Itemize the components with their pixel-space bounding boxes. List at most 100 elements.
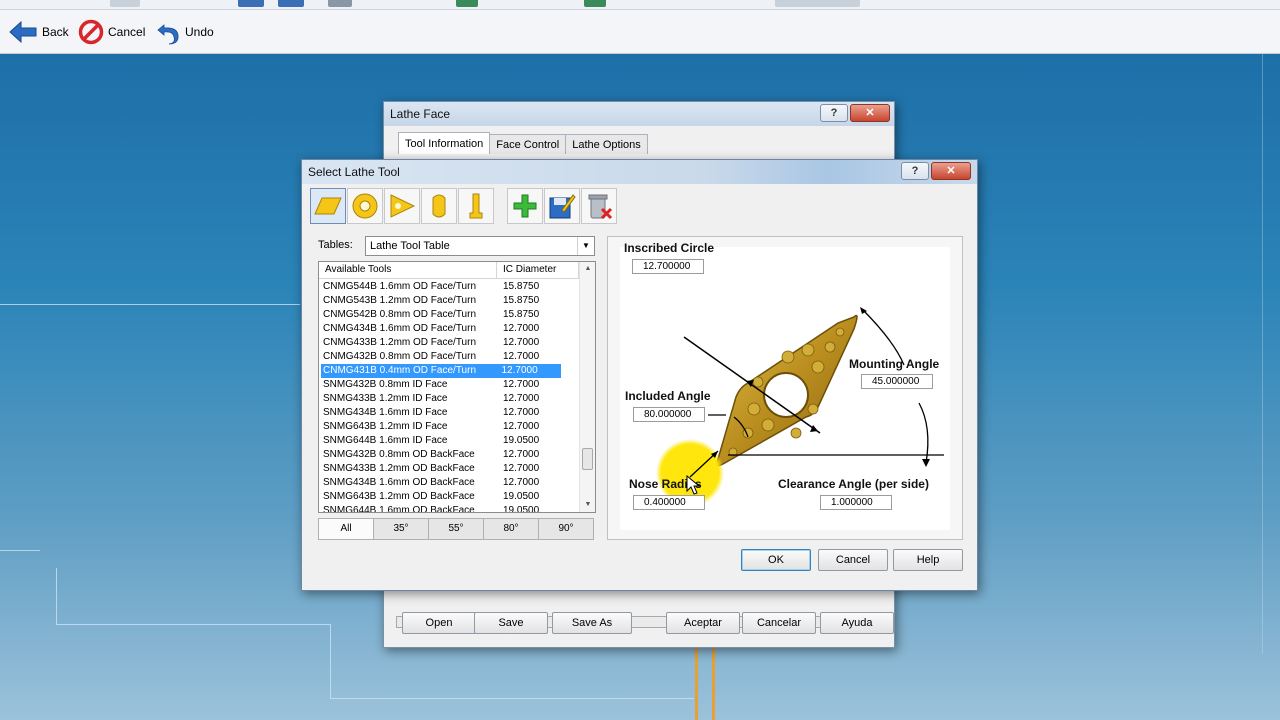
filter-button[interactable]: 55° <box>428 518 484 540</box>
scroll-down-icon[interactable]: ▼ <box>580 498 595 512</box>
table-row[interactable]: SNMG433B 1.2mm ID Face 12.7000 <box>319 392 580 406</box>
ic-diameter-cell: 19.0500 <box>503 505 540 512</box>
select-tool-body: Tables: Lathe Tool Table ▼ Available Too… <box>308 186 971 584</box>
toolpath-line <box>712 646 715 720</box>
cancelar-button[interactable]: Cancelar <box>742 612 816 634</box>
undo-icon <box>157 24 179 45</box>
tool-name-cell: SNMG433B 1.2mm ID Face <box>323 393 448 404</box>
ic-diameter-cell: 15.8750 <box>503 281 540 292</box>
column-ic-diameter[interactable]: IC Diameter <box>497 262 579 278</box>
tab-lathe-options[interactable]: Lathe Options <box>565 134 648 154</box>
ribbon-icon[interactable] <box>328 0 352 7</box>
lathe-face-help-button[interactable]: ? <box>820 104 848 122</box>
mounting-angle-label: Mounting Angle <box>849 357 940 371</box>
tab-face-control[interactable]: Face Control <box>489 134 567 154</box>
table-row[interactable]: SNMG432B 0.8mm ID Face 12.7000 <box>319 378 580 392</box>
column-available-tools[interactable]: Available Tools <box>319 262 497 278</box>
ribbon-field[interactable] <box>775 0 860 7</box>
ic-diameter-cell: 12.7000 <box>503 351 540 362</box>
threading-insert-button[interactable] <box>458 188 494 224</box>
undo-button[interactable]: Undo <box>155 18 214 46</box>
tool-name-cell: CNMG433B 1.2mm OD Face/Turn <box>323 337 477 348</box>
ribbon-icon[interactable] <box>456 0 478 7</box>
table-row[interactable]: CNMG434B 1.6mm OD Face/Turn 12.7000 <box>319 322 580 336</box>
command-toolbar: Back Cancel Undo <box>0 10 1280 54</box>
help-button[interactable]: Help <box>893 549 963 571</box>
lathe-face-title: Lathe Face <box>390 107 451 121</box>
included-angle-label: Included Angle <box>625 389 711 403</box>
triangle-insert-icon <box>390 194 416 218</box>
save-as-button[interactable]: Save As <box>552 612 632 634</box>
tab-tool-information[interactable]: Tool Information <box>398 132 491 154</box>
threading-insert-icon <box>469 193 483 219</box>
filter-button[interactable]: 90° <box>538 518 594 540</box>
table-row[interactable]: SNMG433B 1.2mm OD BackFace 12.7000 <box>319 462 580 476</box>
clearance-angle-field[interactable]: 1.000000 <box>820 495 892 510</box>
table-row[interactable]: CNMG433B 1.2mm OD Face/Turn 12.7000 <box>319 336 580 350</box>
tool-list-scrollbar[interactable]: ▲ ▼ <box>579 262 595 512</box>
delete-tool-button[interactable] <box>581 188 617 224</box>
select-lathe-tool-dialog: Select Lathe Tool ? ✕ Tables: Lathe Tool… <box>301 159 978 591</box>
filter-button[interactable]: 80° <box>483 518 539 540</box>
angle-filter-bar: All 35° 55° 80° 90° <box>318 518 594 540</box>
cancel-label: Cancel <box>108 25 146 39</box>
tool-name-cell: SNMG432B 0.8mm ID Face <box>323 379 448 390</box>
mouse-pointer-icon <box>686 475 700 495</box>
ribbon-icon[interactable] <box>278 0 304 7</box>
select-tool-help-button[interactable]: ? <box>901 162 929 180</box>
chevron-down-icon[interactable]: ▼ <box>577 237 594 255</box>
table-row[interactable]: CNMG431B 0.4mm OD Face/Turn 12.7000 <box>321 364 561 378</box>
table-row[interactable]: SNMG644B 1.6mm OD BackFace 19.0500 <box>319 504 580 512</box>
triangle-insert-button[interactable] <box>384 188 420 224</box>
save-button[interactable]: Save <box>474 612 548 634</box>
ic-diameter-cell: 12.7000 <box>503 379 540 390</box>
lathe-face-close-button[interactable]: ✕ <box>850 104 890 122</box>
filter-button[interactable]: 35° <box>373 518 429 540</box>
table-row[interactable]: SNMG434B 1.6mm ID Face 12.7000 <box>319 406 580 420</box>
tool-table-select[interactable]: Lathe Tool Table ▼ <box>365 236 595 256</box>
ribbon-icon[interactable] <box>110 0 140 7</box>
back-button[interactable]: Back <box>8 18 69 46</box>
included-angle-field[interactable]: 80.000000 <box>633 407 705 422</box>
open-button[interactable]: Open <box>402 612 476 634</box>
select-tool-cancel-button[interactable]: Cancel <box>818 549 888 571</box>
scroll-up-icon[interactable]: ▲ <box>580 262 595 276</box>
grooving-insert-button[interactable] <box>421 188 457 224</box>
mounting-angle-field[interactable]: 45.000000 <box>861 374 933 389</box>
round-insert-icon <box>352 193 378 219</box>
edit-tool-button[interactable] <box>544 188 580 224</box>
aceptar-button[interactable]: Aceptar <box>666 612 740 634</box>
tool-name-cell: CNMG544B 1.6mm OD Face/Turn <box>323 281 477 292</box>
ic-diameter-cell: 12.7000 <box>503 407 540 418</box>
table-row[interactable]: SNMG644B 1.6mm ID Face 19.0500 <box>319 434 580 448</box>
table-row[interactable]: CNMG544B 1.6mm OD Face/Turn 15.8750 <box>319 280 580 294</box>
ribbon-remnant <box>0 0 1280 10</box>
scrollbar-thumb[interactable] <box>582 448 593 470</box>
close-icon: ✕ <box>946 165 956 177</box>
select-tool-titlebar: Select Lathe Tool <box>302 160 977 184</box>
tool-name-cell: SNMG643B 1.2mm ID Face <box>323 421 448 432</box>
parallelogram-insert-button[interactable] <box>310 188 346 224</box>
ok-button[interactable]: OK <box>741 549 811 571</box>
tool-table-value: Lathe Tool Table <box>370 240 450 252</box>
tool-name-cell: SNMG643B 1.2mm OD BackFace <box>323 491 475 502</box>
table-row[interactable]: SNMG434B 1.6mm OD BackFace 12.7000 <box>319 476 580 490</box>
table-row[interactable]: CNMG432B 0.8mm OD Face/Turn 12.7000 <box>319 350 580 364</box>
table-row[interactable]: SNMG643B 1.2mm ID Face 12.7000 <box>319 420 580 434</box>
cancel-button[interactable]: Cancel <box>78 18 145 46</box>
add-tool-button[interactable] <box>507 188 543 224</box>
table-row[interactable]: SNMG643B 1.2mm OD BackFace 19.0500 <box>319 490 580 504</box>
back-label: Back <box>42 25 69 39</box>
table-row[interactable]: CNMG542B 0.8mm OD Face/Turn 15.8750 <box>319 308 580 322</box>
select-tool-close-button[interactable]: ✕ <box>931 162 971 180</box>
table-row[interactable]: CNMG543B 1.2mm OD Face/Turn 15.8750 <box>319 294 580 308</box>
nose-radius-field[interactable]: 0.400000 <box>633 495 705 510</box>
inscribed-circle-field[interactable]: 12.700000 <box>632 259 704 274</box>
ribbon-icon[interactable] <box>584 0 606 7</box>
round-insert-button[interactable] <box>347 188 383 224</box>
ayuda-button[interactable]: Ayuda <box>820 612 894 634</box>
ic-diameter-cell: 12.7000 <box>503 421 540 432</box>
filter-button[interactable]: All <box>318 518 374 540</box>
ribbon-icon[interactable] <box>238 0 264 7</box>
table-row[interactable]: SNMG432B 0.8mm OD BackFace 12.7000 <box>319 448 580 462</box>
